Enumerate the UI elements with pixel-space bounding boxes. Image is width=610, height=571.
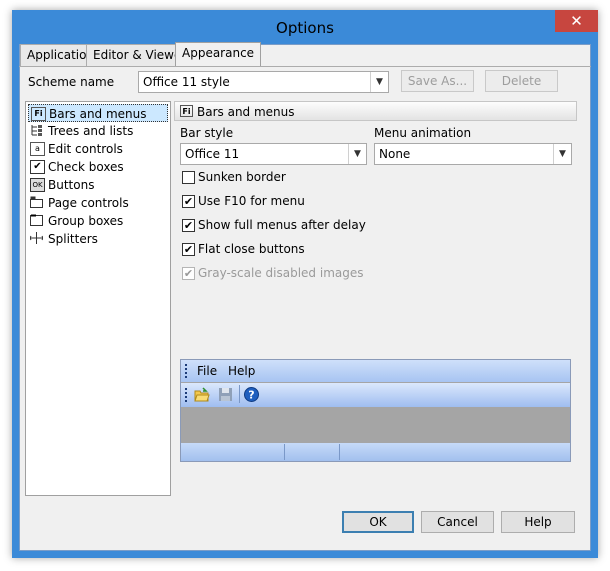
tab-label: Application xyxy=(27,48,95,62)
option-label: Gray-scale disabled images xyxy=(198,266,364,280)
tree-item-page-controls[interactable]: Page controls xyxy=(28,194,168,212)
panel-header: Fi Bars and menus xyxy=(174,101,577,121)
bar-preview: File Help ? xyxy=(180,359,571,462)
edit-control-icon: a xyxy=(30,142,45,156)
title-bar[interactable]: Options ✕ xyxy=(12,10,598,44)
use-f10-checkbox[interactable]: ✔ xyxy=(182,195,195,208)
tree-item-bars-menus[interactable]: Fi Bars and menus xyxy=(28,104,168,122)
tree-item-group-boxes[interactable]: Group boxes xyxy=(28,212,168,230)
window-title: Options xyxy=(276,19,334,37)
scheme-name-label: Scheme name xyxy=(28,75,115,89)
panel-header-title: Bars and menus xyxy=(197,105,295,119)
status-divider xyxy=(339,444,340,460)
menu-animation-combo[interactable]: None ▼ xyxy=(374,143,572,165)
preview-menu-file[interactable]: File xyxy=(197,364,217,378)
category-tree[interactable]: Fi Bars and menus Trees and lists a Edit… xyxy=(25,101,171,496)
chevron-down-icon[interactable]: ▼ xyxy=(553,144,571,164)
sunken-border-checkbox[interactable] xyxy=(182,171,195,184)
bars-menus-icon: Fi xyxy=(180,105,193,117)
grip-icon xyxy=(185,364,188,378)
tree-item-label: Trees and lists xyxy=(48,124,134,138)
save-disk-icon[interactable] xyxy=(218,387,233,405)
flat-close-buttons-checkbox[interactable]: ✔ xyxy=(182,243,195,256)
chevron-down-icon[interactable]: ▼ xyxy=(348,144,366,164)
tab-appearance[interactable]: Appearance xyxy=(175,42,262,67)
toolbar-separator xyxy=(239,385,240,403)
help-label: Help xyxy=(524,515,552,529)
cancel-button[interactable]: Cancel xyxy=(421,511,494,533)
checkbox-icon: ✔ xyxy=(30,160,45,174)
show-full-menus-checkbox[interactable]: ✔ xyxy=(182,219,195,232)
help-icon[interactable]: ? xyxy=(244,387,259,405)
bar-style-label: Bar style xyxy=(180,126,234,140)
tree-icon xyxy=(30,124,43,136)
group-box-icon xyxy=(30,214,43,226)
scheme-name-value: Office 11 style xyxy=(143,75,230,89)
grip-icon xyxy=(185,388,188,402)
tree-item-label: Buttons xyxy=(48,178,95,192)
tree-item-label: Edit controls xyxy=(48,142,123,156)
tree-item-splitters[interactable]: Splitters xyxy=(28,230,168,248)
tree-item-edit-controls[interactable]: a Edit controls xyxy=(28,140,168,158)
tree-item-buttons[interactable]: OK Buttons xyxy=(28,176,168,194)
preview-toolbar: ? xyxy=(181,383,570,407)
help-button[interactable]: Help xyxy=(501,511,575,533)
chevron-down-icon[interactable]: ▼ xyxy=(370,72,388,92)
menu-animation-value: None xyxy=(379,147,411,161)
button-icon: OK xyxy=(30,178,45,192)
page-control-icon xyxy=(30,196,43,208)
svg-text:?: ? xyxy=(248,389,254,402)
tree-item-label: Check boxes xyxy=(48,160,124,174)
option-label: Flat close buttons xyxy=(198,242,305,256)
tree-item-label: Splitters xyxy=(48,232,98,246)
gray-scale-checkbox[interactable]: ✔ xyxy=(182,267,195,280)
tree-item-label: Page controls xyxy=(48,196,129,210)
menu-animation-label: Menu animation xyxy=(374,126,472,140)
preview-statusbar xyxy=(181,443,570,461)
tree-item-check-boxes[interactable]: ✔ Check boxes xyxy=(28,158,168,176)
close-icon: ✕ xyxy=(570,12,583,30)
tab-label: Appearance xyxy=(182,46,255,60)
ok-label: OK xyxy=(369,515,387,529)
tree-item-trees-lists[interactable]: Trees and lists xyxy=(28,122,168,140)
tree-item-label: Group boxes xyxy=(48,214,124,228)
preview-menubar: File Help xyxy=(181,360,570,382)
splitter-icon xyxy=(29,232,44,244)
preview-menu-help[interactable]: Help xyxy=(228,364,255,378)
tree-item-label: Bars and menus xyxy=(49,107,147,121)
bar-style-combo[interactable]: Office 11 ▼ xyxy=(180,143,367,165)
scheme-name-combo[interactable]: Office 11 style ▼ xyxy=(138,71,389,93)
status-divider xyxy=(284,444,285,460)
bars-menus-icon: Fi xyxy=(31,107,46,121)
close-button[interactable]: ✕ xyxy=(555,10,598,32)
save-as-button[interactable]: Save As... xyxy=(401,70,474,92)
option-label: Sunken border xyxy=(198,170,286,184)
open-folder-icon[interactable] xyxy=(194,387,210,405)
option-label: Use F10 for menu xyxy=(198,194,305,208)
option-label: Show full menus after delay xyxy=(198,218,366,232)
bar-style-value: Office 11 xyxy=(185,147,240,161)
ok-button[interactable]: OK xyxy=(342,511,414,533)
delete-button[interactable]: Delete xyxy=(485,70,558,92)
tab-divider xyxy=(19,66,591,67)
